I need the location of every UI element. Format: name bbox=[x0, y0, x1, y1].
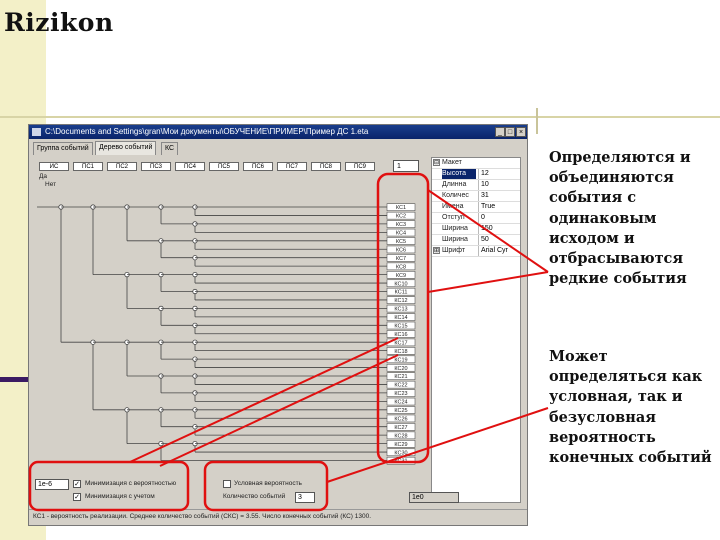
annotation-top: Определяются и объединяются события с од… bbox=[549, 149, 691, 288]
conditional-highlight bbox=[203, 460, 329, 512]
callout-line bbox=[427, 189, 549, 273]
minimize-highlight bbox=[28, 460, 190, 512]
callout-line bbox=[427, 271, 549, 293]
annotation-bottom: Может определяться как условная, так и б… bbox=[549, 348, 712, 467]
callout-line bbox=[326, 407, 549, 483]
outcomes-highlight bbox=[376, 172, 430, 464]
callout-line bbox=[159, 354, 399, 467]
callout-line bbox=[129, 337, 399, 463]
